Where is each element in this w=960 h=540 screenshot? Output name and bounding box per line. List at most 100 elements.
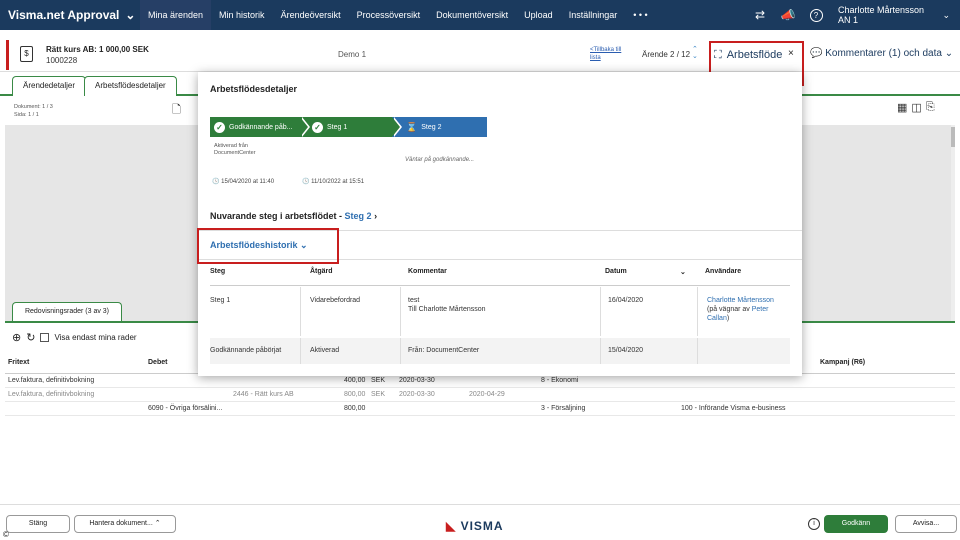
step-steg-2[interactable]: ⌛ Steg 2 [392,117,487,137]
current-step-link[interactable]: Steg 2 [345,211,372,221]
history-user-link[interactable]: Charlotte Mårtensson [707,296,774,305]
col-anvandare[interactable]: Användare [705,268,741,275]
panel-title: Arbetsflödesdetaljer [210,84,298,94]
only-mine-checkbox[interactable] [40,333,50,342]
col-kampanj[interactable]: Kampanj (R6) [820,359,865,366]
cell-category: 8 - Ekonomi [541,377,579,384]
signpost-icon[interactable]: ⇄ [746,8,774,22]
tab-workflow-details[interactable]: Arbetsflödesdetaljer [84,76,177,96]
case-number: 1000228 [46,56,78,65]
close-button[interactable]: Stäng [6,515,70,533]
viewer-scrollbar-thumb[interactable] [951,127,955,147]
col-separator [697,338,698,364]
brand-menu[interactable]: Visma.net Approval ⌄ [0,8,140,22]
step-approval-started[interactable]: ✓ Godkännande påb... [210,117,310,137]
nav-link-installningar[interactable]: Inställningar [561,0,626,30]
grid-view-icon[interactable]: ▦ [897,101,907,114]
footer-bar: Stäng Hantera dokument... ⌃ ◣ VISMA i Go… [0,504,960,540]
history-label: Arbetsflödeshistorik [210,240,298,250]
table-row[interactable]: Lev.faktura, definitivbokning 2446 - Rät… [5,388,955,402]
table-row[interactable]: 6090 - Övriga försälini... 800,00 3 - Fö… [5,402,955,416]
chevron-down-icon: ⌄ [125,8,136,22]
split-view-icon[interactable]: ◫ [911,101,921,114]
on-behalf-prefix: (på vägnar av [707,306,752,313]
status-bar [6,40,9,70]
cell-currency: SEK [371,391,386,398]
case-stepper[interactable]: ⌃ ⌄ [692,46,698,60]
chevron-up-icon[interactable]: ⌃ [692,46,698,53]
table-row[interactable]: Lev.faktura, definitivbokning 400,00 SEK… [5,374,955,388]
cell-debet: 6090 - Övriga försälini... [148,405,223,412]
nav-link-processoversikt[interactable]: Processöversikt [349,0,429,30]
more-menu-icon[interactable]: • • • [625,0,655,30]
approve-button[interactable]: Godkänn [824,515,888,533]
back-to-list-link[interactable]: <Tillbaka till lista [590,46,630,62]
visma-logo-text: VISMA [460,519,504,533]
document-info: Dokument: 1 / 3 Sida: 1 / 1 [14,103,53,119]
view-toggles: ▦ ◫ ⎘ [897,101,935,114]
col-kommentar[interactable]: Kommentar [408,268,447,275]
history-row: Steg 1 Vidarebefordrad test Till Charlot… [210,287,790,336]
sort-icon[interactable]: ⌄ [680,268,686,276]
brand-name: Visma.net Approval [8,8,120,22]
waiting-text: Väntar på godkännande... [405,157,475,163]
step-date-text: 15/04/2020 at 11:40 [221,179,275,185]
cell-category: 3 - Försäljning [541,405,586,412]
on-behalf-suffix: ) [726,315,730,322]
document-icon[interactable]: 🗋 [172,104,181,116]
top-nav: Visma.net Approval ⌄ Mina ärenden Min hi… [0,0,960,30]
col-atgard[interactable]: Åtgärd [310,268,333,275]
col-debet[interactable]: Debet [148,359,167,366]
viewer-scrollbar[interactable] [951,125,955,321]
history-on-behalf: (på vägnar av Peter Callan) [707,305,790,323]
col-datum[interactable]: Datum [605,268,627,275]
nav-link-mina-arenden[interactable]: Mina ärenden [140,0,212,30]
add-line-icon[interactable]: ⊕ [12,331,21,344]
comment-icon: 💬 [810,48,823,59]
workflow-button[interactable]: ⛶ Arbetsflöde [714,42,782,68]
invoice-icon: $ [20,46,33,62]
workflow-stepper: ✓ Godkännande påb... ✓ Steg 1 ⌛ Steg 2 [210,117,487,137]
reject-button[interactable]: Avvisa... [895,515,957,533]
cell-date: 2020-03-30 [399,391,435,398]
nav-link-upload[interactable]: Upload [516,0,561,30]
history-toggle[interactable]: Arbetsflödeshistorik ⌄ [210,240,308,251]
step-arrow [392,117,400,137]
attachment-icon[interactable]: ⎘ [926,101,935,114]
history-comment: test [408,297,420,304]
megaphone-icon[interactable]: 📣 [774,8,802,22]
user-menu[interactable]: Charlotte Mårtensson AN 1 ⌄ [830,5,960,25]
history-date: 16/04/2020 [608,297,644,304]
manage-documents-label: Hantera dokument... [89,520,153,527]
chevron-up-icon: ⌃ [154,520,161,527]
cell-due-date: 2020-04-29 [469,391,505,398]
info-icon[interactable]: i [808,518,820,530]
comments-button[interactable]: 💬 Kommentarer (1) och data ⌄ [810,48,953,59]
case-header: $ Rätt kurs AB: 1 000,00 SEK 1000228 Dem… [0,38,960,72]
cell-amount: 800,00 [344,405,366,412]
chevron-right-icon[interactable]: › [374,211,377,221]
tab-accounting-lines[interactable]: Redovisningsrader (3 av 3) [12,302,122,322]
current-step: Nuvarande steg i arbetsflödet - Steg 2 › [210,211,377,221]
close-icon[interactable]: × [788,48,794,59]
col-steg[interactable]: Steg [210,268,225,275]
step-steg-1[interactable]: ✓ Steg 1 [300,117,402,137]
help-button[interactable]: ? [802,8,830,22]
comments-label: Kommentarer (1) och data [825,48,942,59]
refresh-icon[interactable]: ↻ [26,331,35,344]
step-label: Steg 1 [327,123,348,131]
step-date: 🕓 15/04/2020 at 11:40 [212,178,274,185]
step-date: 🕓 11/10/2022 at 15:51 [302,178,364,185]
cell-project: 100 - Införande Visma e-business [681,405,786,412]
history-step: Steg 1 [210,297,231,304]
step-label: Steg 2 [421,123,442,131]
tab-case-details[interactable]: Ärendedetaljer [12,76,87,96]
nav-link-dokumentoversikt[interactable]: Dokumentöversikt [428,0,516,30]
nav-link-arendeoversikt[interactable]: Ärendeöversikt [273,0,349,30]
manage-documents-button[interactable]: Hantera dokument... ⌃ [74,515,176,533]
nav-link-min-historik[interactable]: Min historik [211,0,273,30]
lines-toolbar: ⊕ ↻ Visa endast mina rader [12,331,137,344]
col-fritext[interactable]: Fritext [8,359,29,366]
chevron-down-icon[interactable]: ⌄ [692,53,698,60]
workflow-label: Arbetsflöde [726,49,783,61]
